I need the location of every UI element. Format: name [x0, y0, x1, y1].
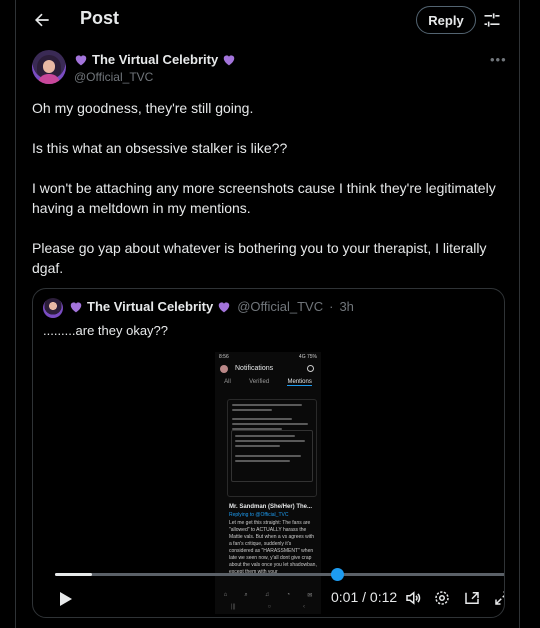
post-header: Post Reply — [16, 0, 519, 40]
phone-tab: Verified — [249, 379, 270, 385]
phone-status-time: 8:56 — [219, 354, 229, 360]
author-name-row[interactable]: The Virtual Celebrity — [74, 52, 236, 67]
settings-gear-icon[interactable] — [433, 589, 451, 607]
phone-tab-active: Mentions — [287, 379, 312, 386]
quoted-separator: · — [329, 299, 334, 314]
post-column: Post Reply The Virtual Celebrity @Offici… — [15, 0, 520, 628]
video-time-current: 0:01 — [331, 589, 359, 605]
phone-reply-to: Replying to @Official_TVC — [229, 512, 289, 518]
page-title: Post — [80, 8, 120, 28]
quoted-author-row: The Virtual Celebrity @Official_TVC · 3h — [69, 299, 354, 314]
quoted-text: .........are they okay?? — [43, 323, 169, 338]
purple-heart-icon — [75, 55, 87, 66]
tune-settings-icon[interactable] — [482, 10, 502, 30]
post-text: Oh my goodness, they're still going. Is … — [32, 98, 502, 278]
phone-avatar — [220, 365, 228, 373]
play-icon[interactable] — [59, 591, 73, 607]
phone-status-bar: 8:56 4G 75% — [219, 354, 317, 360]
quoted-handle: @Official_TVC — [237, 299, 324, 314]
fullscreen-icon[interactable] — [493, 589, 505, 607]
video-progress-fill — [55, 573, 92, 576]
volume-icon[interactable] — [404, 589, 422, 607]
author-display-name: The Virtual Celebrity — [92, 52, 219, 67]
more-options-icon[interactable]: ••• — [490, 52, 506, 67]
video-time-separator: / — [358, 589, 370, 605]
quoted-author-avatar — [43, 298, 63, 318]
phone-tabs: All Verified Mentions — [215, 379, 321, 386]
phone-tab: All — [224, 379, 231, 385]
phone-quoted-card — [231, 430, 313, 482]
author-avatar[interactable] — [32, 50, 66, 84]
video-controls: 0:01 / 0:12 — [33, 585, 505, 609]
phone-reply-name: Mr. Sandman (She/Her) The... — [229, 504, 313, 510]
back-arrow-icon[interactable] — [32, 10, 52, 30]
phone-gear-icon — [307, 365, 314, 372]
video-time-total: 0:12 — [369, 589, 398, 605]
author-handle[interactable]: @Official_TVC — [74, 70, 153, 84]
post-paragraph: Is this what an obsessive stalker is lik… — [32, 140, 288, 156]
quoted-time: 3h — [339, 299, 354, 314]
video-scrubber-handle[interactable] — [331, 568, 344, 581]
purple-heart-icon — [223, 55, 235, 66]
quoted-display-name: The Virtual Celebrity — [87, 299, 214, 314]
phone-notifications-title: Notifications — [235, 365, 274, 372]
post-paragraph: I won't be attaching any more screenshot… — [32, 180, 496, 216]
reply-button[interactable]: Reply — [416, 6, 476, 34]
purple-heart-icon — [218, 302, 230, 313]
picture-in-picture-icon[interactable] — [463, 589, 481, 607]
quoted-post[interactable]: The Virtual Celebrity @Official_TVC · 3h… — [32, 288, 505, 618]
video-progress-bar[interactable] — [55, 568, 504, 581]
post-paragraph: Please go yap about whatever is botherin… — [32, 240, 487, 276]
post-paragraph: Oh my goodness, they're still going. — [32, 100, 254, 116]
purple-heart-icon — [70, 302, 82, 313]
phone-status-right: 4G 75% — [298, 354, 317, 360]
phone-reply-text: Let me get this straight: The fans are "… — [229, 520, 317, 575]
video-time: 0:01 / 0:12 — [331, 589, 397, 605]
